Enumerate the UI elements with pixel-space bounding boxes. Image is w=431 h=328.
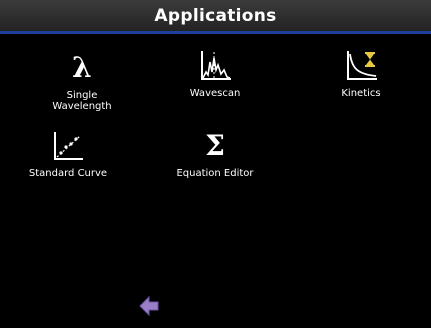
app-label: Single Wavelength xyxy=(52,90,112,112)
app-label: Standard Curve xyxy=(28,168,108,179)
app-label: Wavescan xyxy=(189,88,241,99)
app-single-wavelength[interactable]: λ Single Wavelength xyxy=(22,50,142,112)
title-bar: Applications xyxy=(0,0,431,34)
standard-curve-icon xyxy=(50,128,86,164)
app-equation-editor[interactable]: Σ Equation Editor xyxy=(155,128,275,179)
app-kinetics[interactable]: Kinetics xyxy=(301,48,421,99)
app-label: Equation Editor xyxy=(176,168,254,179)
sigma-icon: Σ xyxy=(205,129,225,162)
back-button[interactable] xyxy=(138,295,160,317)
app-wavescan[interactable]: Wavescan xyxy=(155,48,275,99)
applications-screen: Applications λ Single Wavelength Wavesca… xyxy=(0,0,431,328)
back-arrow-icon xyxy=(139,295,159,317)
lambda-icon: λ xyxy=(72,51,92,84)
app-standard-curve[interactable]: Standard Curve xyxy=(8,128,128,179)
page-title: Applications xyxy=(154,5,277,26)
app-label: Kinetics xyxy=(341,88,381,99)
kinetics-icon xyxy=(343,48,379,84)
hourglass-icon xyxy=(365,52,375,67)
wavescan-icon xyxy=(197,48,233,84)
